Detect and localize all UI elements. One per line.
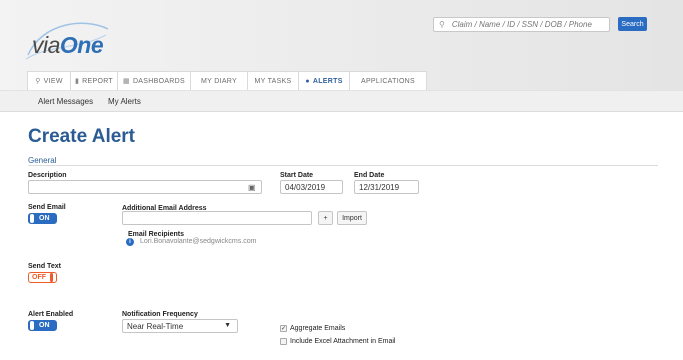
sub-navigation: Alert Messages My Alerts	[0, 90, 683, 112]
search-button[interactable]: Search	[618, 17, 647, 31]
app-header: viaOne ⚲ Search ⚲VIEW ▮REPORT ▦DASHBOARD…	[0, 0, 683, 97]
tab-report[interactable]: ▮ REPORT	[70, 71, 118, 90]
include-excel-checkbox[interactable]	[280, 338, 287, 345]
end-date-field[interactable]: 12/31/2019	[354, 180, 419, 194]
email-recipients-label: Email Recipients	[128, 231, 185, 238]
subnav-alert-messages[interactable]: Alert Messages	[38, 97, 93, 106]
grid-icon: ▦	[123, 78, 130, 85]
section-heading: General	[28, 156, 57, 165]
main-tabs: ⚲ VIEW ▮ REPORT ▦ DASHBOARDS MY DIARY MY TA…	[27, 71, 427, 90]
toggle-knob	[30, 321, 34, 330]
tab-dashboards[interactable]: ▦ DASHBOARDS	[117, 71, 191, 90]
aggregate-emails-label: Aggregate Emails	[290, 325, 346, 332]
start-date-field[interactable]: 04/03/2019	[280, 180, 343, 194]
send-text-toggle[interactable]: OFF	[28, 272, 57, 283]
description-field[interactable]	[28, 180, 262, 194]
aggregate-emails-checkbox[interactable]: ✓	[280, 325, 287, 332]
dropdown-arrow-icon: ▼	[224, 322, 231, 329]
email-recipient: Lori.Bonavolante@sedgwickcms.com	[140, 238, 257, 245]
include-excel-label: Include Excel Attachment in Email	[290, 338, 396, 345]
end-date-label: End Date	[354, 172, 385, 179]
send-email-label: Send Email	[28, 204, 66, 211]
tab-my-diary[interactable]: MY DIARY	[190, 71, 248, 90]
notification-frequency-label: Notification Frequency	[122, 311, 198, 318]
tab-alerts[interactable]: ● ALERTS	[298, 71, 350, 90]
page-title: Create Alert	[28, 126, 136, 147]
additional-email-field[interactable]	[122, 211, 312, 225]
tab-my-tasks[interactable]: MY TASKS	[247, 71, 299, 90]
calendar-icon[interactable]: ▣	[248, 183, 258, 193]
subnav-my-alerts[interactable]: My Alerts	[108, 97, 141, 106]
alert-enabled-toggle[interactable]: ON	[28, 320, 57, 331]
send-text-label: Send Text	[28, 263, 61, 270]
search-box[interactable]: ⚲	[433, 17, 610, 32]
viaone-logo[interactable]: viaOne	[22, 15, 112, 65]
description-label: Description	[28, 172, 67, 179]
search-input[interactable]	[451, 20, 609, 29]
search-icon: ⚲	[35, 78, 41, 85]
section-divider	[28, 165, 658, 166]
toggle-knob	[50, 273, 53, 282]
notification-frequency-select[interactable]: Near Real-Time ▼	[122, 319, 238, 333]
bell-icon: ●	[305, 77, 310, 85]
start-date-label: Start Date	[280, 172, 314, 179]
tab-applications[interactable]: APPLICATIONS	[349, 71, 427, 90]
search-icon: ⚲	[439, 20, 445, 29]
alert-enabled-label: Alert Enabled	[28, 311, 74, 318]
add-email-button[interactable]: +	[318, 211, 333, 225]
info-icon: i	[126, 238, 134, 246]
send-email-toggle[interactable]: ON	[28, 213, 57, 224]
document-icon: ▮	[75, 78, 80, 85]
import-button[interactable]: Import	[337, 211, 367, 225]
tab-view[interactable]: ⚲ VIEW	[27, 71, 71, 90]
toggle-knob	[30, 214, 34, 223]
logo-text: viaOne	[32, 32, 104, 58]
